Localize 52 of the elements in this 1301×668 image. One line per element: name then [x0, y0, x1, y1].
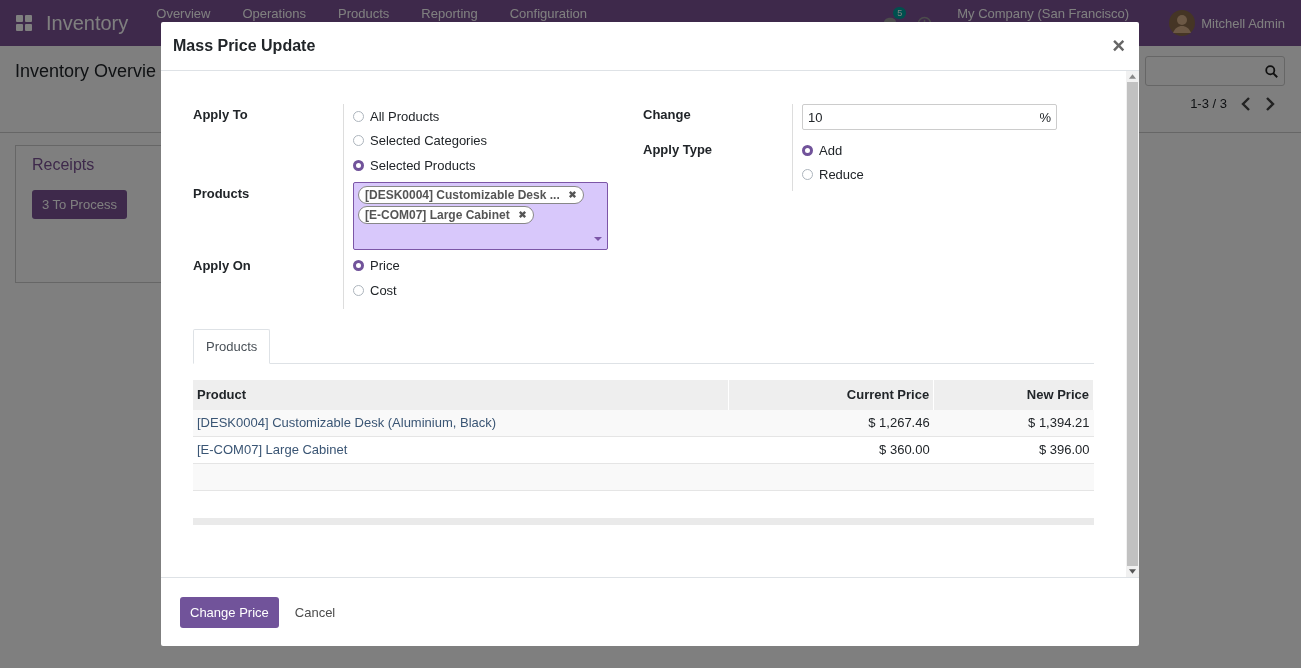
change-input-field[interactable]: 10 % — [802, 104, 1057, 130]
column-header[interactable]: Current Price — [728, 379, 934, 410]
radio-label[interactable]: Price — [370, 258, 400, 274]
search-icon[interactable] — [1265, 64, 1278, 78]
column-header[interactable]: Product — [193, 379, 729, 410]
field-label: Apply To — [193, 106, 249, 124]
radio-label[interactable]: Reduce — [819, 167, 864, 183]
radio-button[interactable] — [353, 284, 364, 296]
field-label: Apply On — [193, 256, 252, 275]
message-count-badge: 5 — [893, 7, 907, 19]
tab[interactable]: Products — [193, 328, 271, 364]
field-label: Products — [193, 184, 251, 203]
radio-button[interactable] — [353, 159, 364, 171]
pager-value: 1-3 / 3 — [1190, 96, 1227, 111]
radio-button[interactable] — [353, 260, 364, 272]
table-cell: $ 360.00 — [728, 436, 934, 463]
next-icon[interactable] — [1265, 96, 1275, 111]
field-label: Apply Type — [643, 141, 714, 159]
radio-label[interactable]: Selected Products — [370, 157, 476, 173]
product-tag[interactable]: [DESK0004] Customizable Desk ... — [358, 185, 584, 204]
radio-button[interactable] — [802, 144, 813, 156]
remove-icon[interactable] — [517, 210, 527, 219]
radio-label[interactable]: All Products — [370, 108, 440, 124]
remove-icon[interactable] — [567, 190, 577, 199]
radio-button[interactable] — [353, 110, 364, 122]
apps-grid-icon[interactable] — [16, 15, 32, 31]
table-cell: $ 396.00 — [933, 436, 1094, 463]
dialog-title: Mass Price Update — [173, 37, 316, 55]
change-price-button[interactable]: Change Price — [180, 596, 279, 628]
products-tag-field[interactable]: [DESK0004] Customizable Desk ... [E-COM07] Large Cabinet — [353, 181, 608, 250]
field-label: Change — [643, 106, 692, 124]
page-title: Inventory Overvie — [15, 60, 157, 82]
scroll-down-icon[interactable] — [1129, 569, 1136, 574]
radio-button[interactable] — [353, 135, 364, 147]
table-cell: [E-COM07] Large Cabinet — [193, 436, 729, 463]
column-header[interactable]: New Price — [933, 379, 1094, 410]
table-cell: $ 1,267.46 — [728, 409, 934, 436]
radio-label[interactable]: Selected Categories — [370, 133, 488, 149]
product-tag[interactable]: [E-COM07] Large Cabinet — [358, 205, 534, 224]
cancel-button[interactable]: Cancel — [284, 596, 346, 628]
close-button[interactable]: × — [1110, 35, 1127, 57]
radio-button[interactable] — [802, 169, 813, 181]
previous-icon[interactable] — [1241, 96, 1251, 111]
table-cell: $ 1,394.21 — [933, 409, 1094, 436]
radio-label[interactable]: Cost — [370, 282, 397, 298]
scroll-up-icon[interactable] — [1129, 74, 1136, 79]
vertical-scrollbar[interactable] — [1126, 71, 1139, 577]
radio-label[interactable]: Add — [819, 142, 843, 158]
search-field[interactable] — [1145, 56, 1285, 86]
table-cell: [DESK0004] Customizable Desk (Aluminium, Black) — [193, 409, 729, 436]
avatar-icon[interactable] — [1169, 10, 1196, 36]
caret-icon[interactable] — [594, 236, 602, 241]
